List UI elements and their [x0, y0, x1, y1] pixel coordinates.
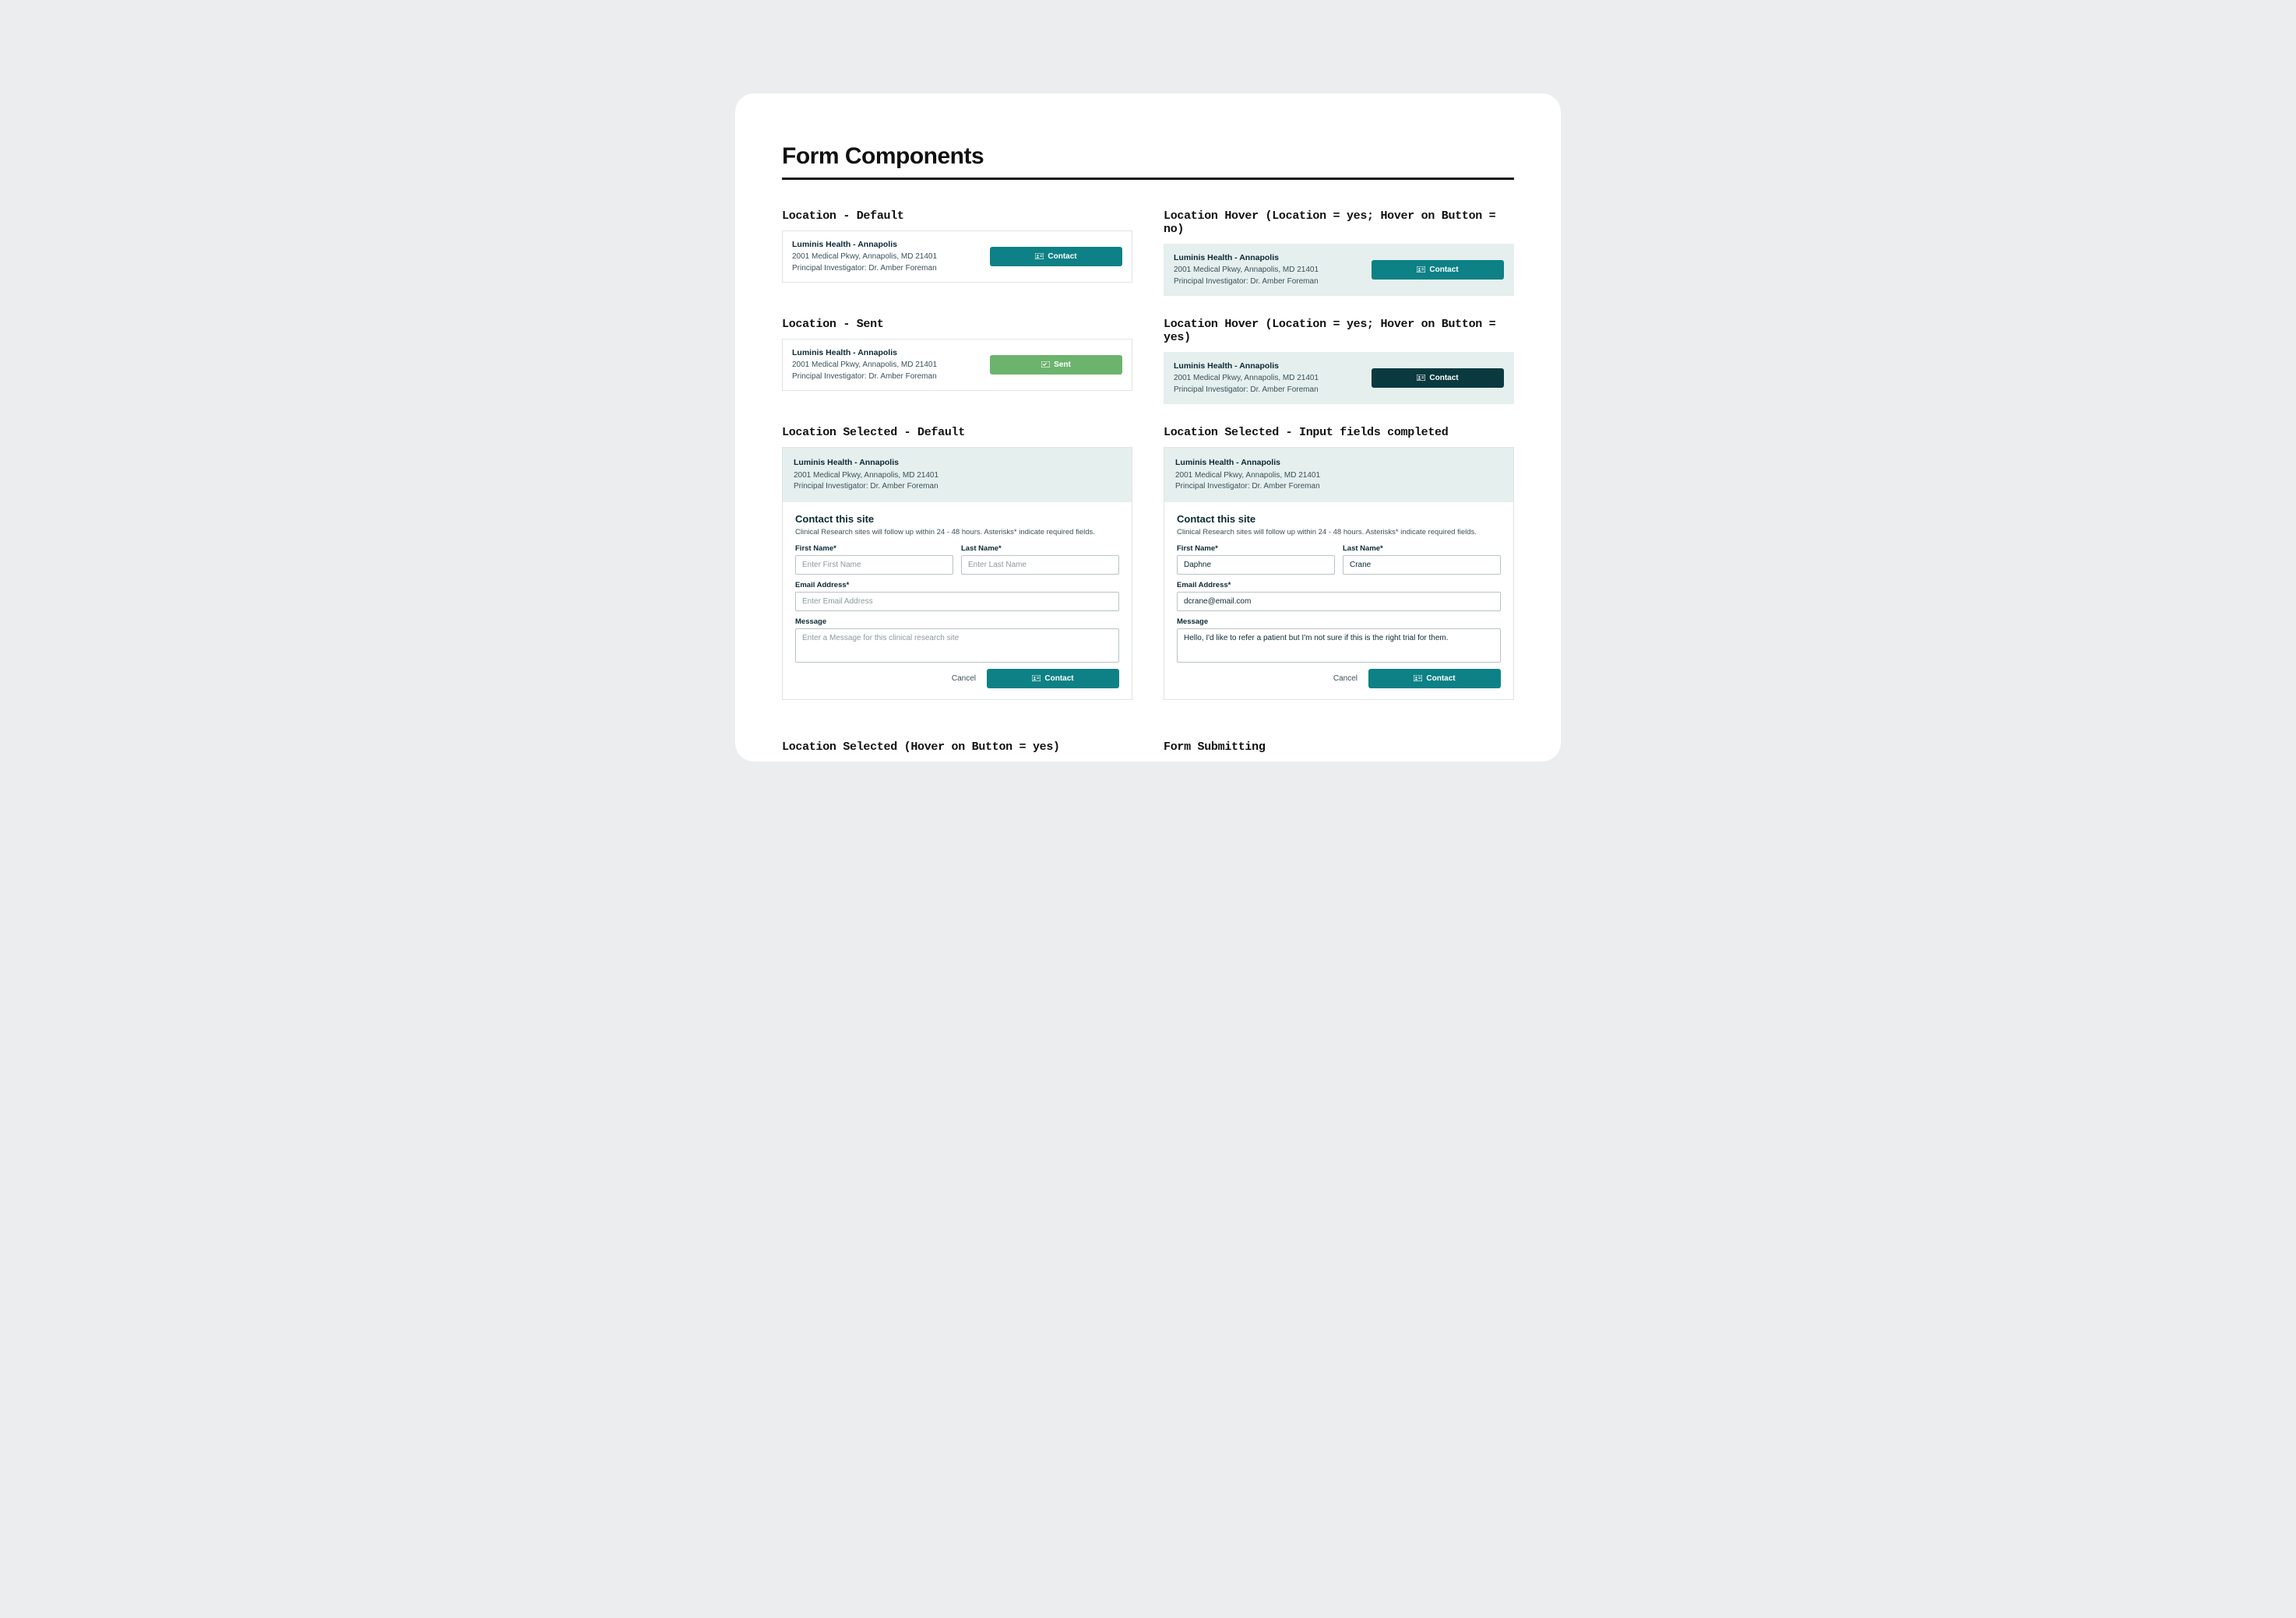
id-card-icon	[1035, 253, 1044, 260]
id-card-icon	[1417, 266, 1425, 273]
location-info: Luminis Health - Annapolis 2001 Medical …	[792, 239, 937, 274]
state-label: Form Submitting	[1164, 740, 1514, 754]
state-label: Location - Sent	[782, 318, 1132, 331]
id-card-icon	[1417, 375, 1425, 382]
location-pi: Principal Investigator: Dr. Amber Forema…	[1174, 276, 1319, 288]
first-name-input[interactable]	[1177, 555, 1335, 575]
cell-location-selected-default: Location Selected - Default Luminis Heal…	[782, 426, 1132, 699]
cell-form-submitting: Form Submitting	[1164, 722, 1514, 762]
state-label: Location Hover (Location = yes; Hover on…	[1164, 209, 1514, 236]
contact-button[interactable]: Contact	[990, 247, 1122, 266]
first-name-label: First Name*	[795, 544, 953, 553]
location-info: Luminis Health - Annapolis 2001 Medical …	[1174, 252, 1319, 287]
email-label: Email Address*	[1177, 581, 1501, 589]
button-label: Contact	[1426, 674, 1455, 683]
location-card[interactable]: Luminis Health - Annapolis 2001 Medical …	[1164, 352, 1514, 404]
location-address: 2001 Medical Pkwy, Annapolis, MD 21401	[792, 251, 937, 263]
last-name-label: Last Name*	[961, 544, 1119, 553]
cell-location-sent: Location - Sent Luminis Health - Annapol…	[782, 318, 1132, 404]
location-pi: Principal Investigator: Dr. Amber Forema…	[794, 481, 1121, 493]
contact-button[interactable]: Contact	[1372, 260, 1504, 280]
location-name: Luminis Health - Annapolis	[792, 239, 937, 251]
last-name-input[interactable]	[1343, 555, 1501, 575]
cancel-button[interactable]: Cancel	[952, 674, 976, 683]
location-info: Luminis Health - Annapolis 2001 Medical …	[792, 347, 937, 382]
cell-location-hover-no-button: Location Hover (Location = yes; Hover on…	[1164, 209, 1514, 296]
contact-button[interactable]: Contact	[1372, 368, 1504, 388]
component-grid: Location - Default Luminis Health - Anna…	[782, 209, 1514, 762]
email-input[interactable]	[1177, 592, 1501, 611]
cell-location-selected-hover-button: Location Selected (Hover on Button = yes…	[782, 722, 1132, 762]
component-sheet: Form Components Location - Default Lumin…	[735, 93, 1561, 762]
email-input[interactable]	[795, 592, 1119, 611]
contact-form: Contact this site Clinical Research site…	[783, 502, 1132, 699]
submit-contact-button[interactable]: Contact	[987, 669, 1119, 688]
form-title: Contact this site	[1177, 513, 1501, 525]
location-name: Luminis Health - Annapolis	[1175, 457, 1502, 469]
location-card-selected: Luminis Health - Annapolis 2001 Medical …	[1164, 447, 1514, 699]
id-card-check-icon	[1041, 361, 1050, 368]
location-info: Luminis Health - Annapolis 2001 Medical …	[1175, 457, 1502, 492]
submit-contact-button[interactable]: Contact	[1368, 669, 1501, 688]
id-card-icon	[1414, 675, 1422, 682]
first-name-label: First Name*	[1177, 544, 1335, 553]
location-address: 2001 Medical Pkwy, Annapolis, MD 21401	[792, 360, 937, 371]
message-label: Message	[1177, 617, 1501, 626]
location-info: Luminis Health - Annapolis 2001 Medical …	[1174, 361, 1319, 396]
button-label: Contact	[1429, 374, 1458, 382]
card-row: Luminis Health - Annapolis 2001 Medical …	[1164, 244, 1513, 295]
location-address: 2001 Medical Pkwy, Annapolis, MD 21401	[1174, 265, 1319, 276]
button-label: Contact	[1044, 674, 1073, 683]
location-address: 2001 Medical Pkwy, Annapolis, MD 21401	[794, 470, 1121, 482]
cell-location-selected-filled: Location Selected - Input fields complet…	[1164, 426, 1514, 699]
state-label: Location Selected (Hover on Button = yes…	[782, 740, 1132, 754]
button-label: Contact	[1048, 252, 1076, 261]
message-input[interactable]	[1177, 628, 1501, 663]
state-label: Location Selected - Input fields complet…	[1164, 426, 1514, 439]
cell-location-hover-yes-button: Location Hover (Location = yes; Hover on…	[1164, 318, 1514, 404]
location-pi: Principal Investigator: Dr. Amber Forema…	[792, 371, 937, 383]
sent-button[interactable]: Sent	[990, 355, 1122, 375]
location-card[interactable]: Luminis Health - Annapolis 2001 Medical …	[782, 339, 1132, 391]
form-subtitle: Clinical Research sites will follow up w…	[1177, 528, 1501, 536]
button-label: Contact	[1429, 266, 1458, 274]
card-row: Luminis Health - Annapolis 2001 Medical …	[783, 231, 1132, 282]
state-label: Location - Default	[782, 209, 1132, 223]
location-pi: Principal Investigator: Dr. Amber Forema…	[1175, 481, 1502, 493]
location-card[interactable]: Luminis Health - Annapolis 2001 Medical …	[782, 230, 1132, 283]
location-address: 2001 Medical Pkwy, Annapolis, MD 21401	[1174, 373, 1319, 385]
state-label: Location Selected - Default	[782, 426, 1132, 439]
message-input[interactable]	[795, 628, 1119, 663]
location-name: Luminis Health - Annapolis	[1174, 361, 1319, 372]
location-name: Luminis Health - Annapolis	[794, 457, 1121, 469]
last-name-label: Last Name*	[1343, 544, 1501, 553]
form-title: Contact this site	[795, 513, 1119, 525]
email-label: Email Address*	[795, 581, 1119, 589]
card-row: Luminis Health - Annapolis 2001 Medical …	[1164, 353, 1513, 403]
location-name: Luminis Health - Annapolis	[1174, 252, 1319, 264]
location-card[interactable]: Luminis Health - Annapolis 2001 Medical …	[1164, 244, 1514, 296]
location-pi: Principal Investigator: Dr. Amber Forema…	[1174, 385, 1319, 396]
card-row: Luminis Health - Annapolis 2001 Medical …	[783, 339, 1132, 390]
cancel-button[interactable]: Cancel	[1333, 674, 1358, 683]
location-pi: Principal Investigator: Dr. Amber Forema…	[792, 263, 937, 275]
page-title: Form Components	[782, 143, 1514, 170]
location-address: 2001 Medical Pkwy, Annapolis, MD 21401	[1175, 470, 1502, 482]
location-info: Luminis Health - Annapolis 2001 Medical …	[794, 457, 1121, 492]
location-card-selected: Luminis Health - Annapolis 2001 Medical …	[782, 447, 1132, 699]
title-rule	[782, 178, 1514, 180]
card-header: Luminis Health - Annapolis 2001 Medical …	[1164, 448, 1513, 501]
message-label: Message	[795, 617, 1119, 626]
last-name-input[interactable]	[961, 555, 1119, 575]
card-header: Luminis Health - Annapolis 2001 Medical …	[783, 448, 1132, 501]
cell-location-default: Location - Default Luminis Health - Anna…	[782, 209, 1132, 296]
first-name-input[interactable]	[795, 555, 953, 575]
form-subtitle: Clinical Research sites will follow up w…	[795, 528, 1119, 536]
state-label: Location Hover (Location = yes; Hover on…	[1164, 318, 1514, 344]
location-name: Luminis Health - Annapolis	[792, 347, 937, 359]
button-label: Sent	[1054, 361, 1071, 369]
id-card-icon	[1032, 675, 1041, 682]
contact-form: Contact this site Clinical Research site…	[1164, 502, 1513, 699]
